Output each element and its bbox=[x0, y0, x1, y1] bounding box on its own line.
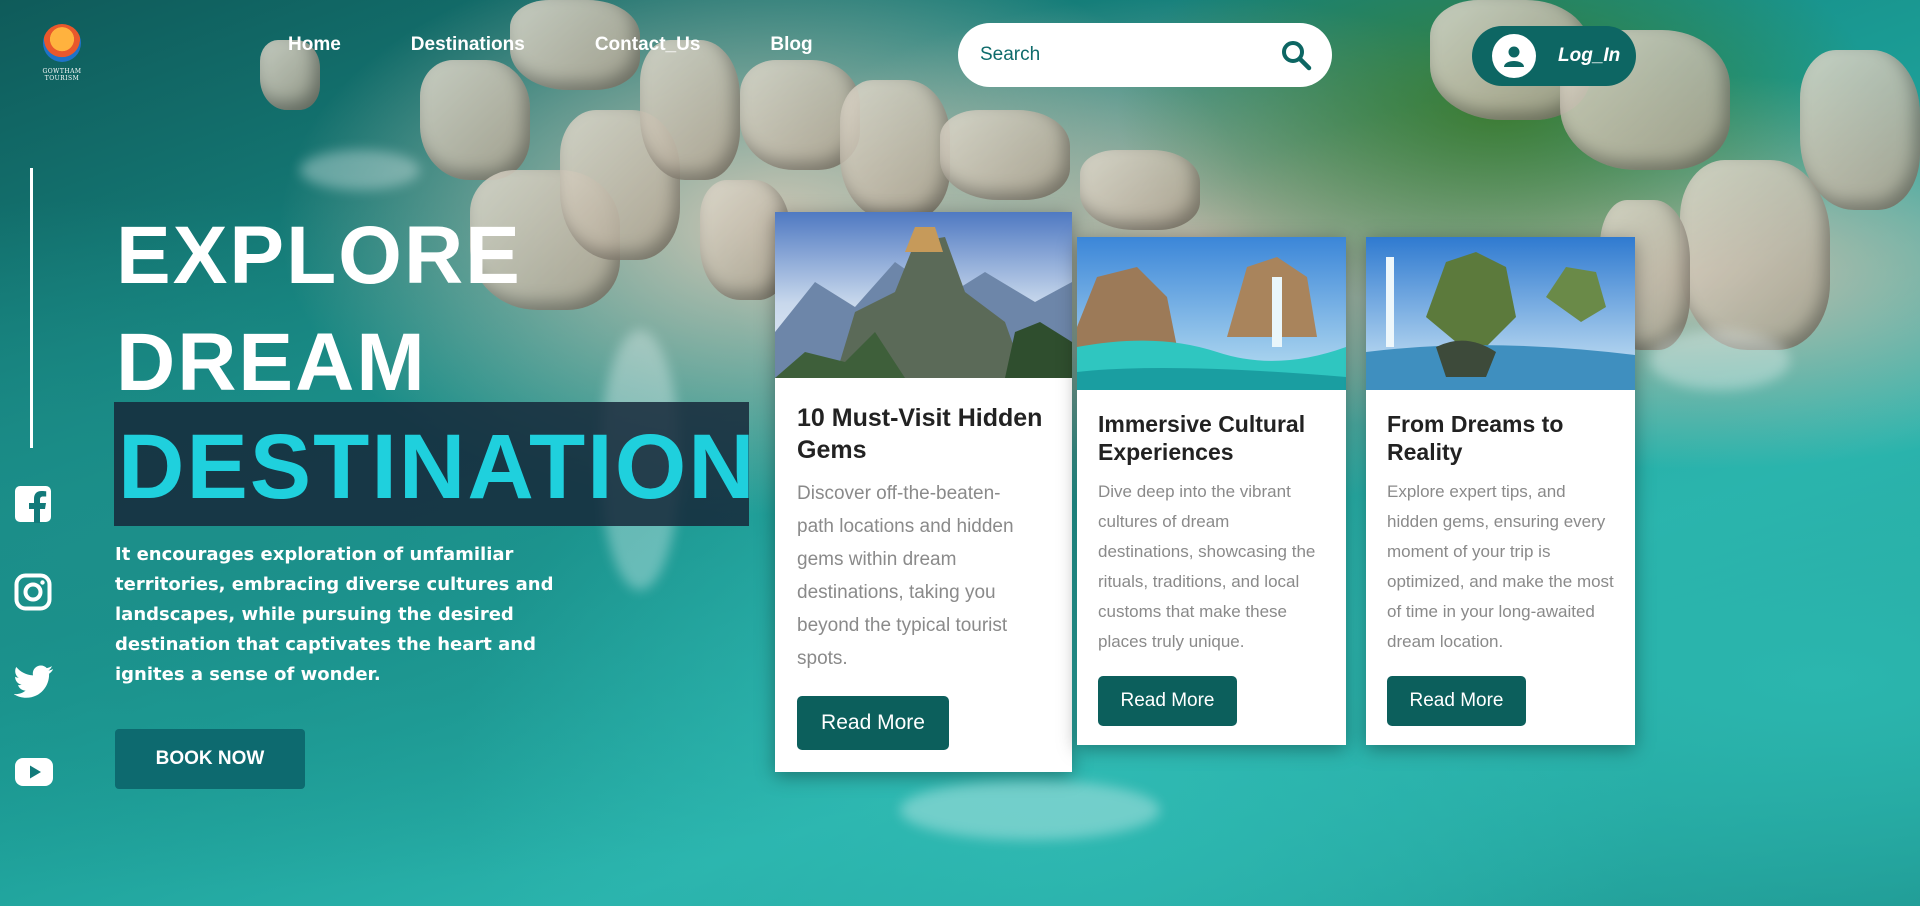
search-icon[interactable] bbox=[1280, 39, 1312, 75]
card-text: Discover off-the-beaten-path locations a… bbox=[797, 483, 1014, 669]
card-image bbox=[775, 212, 1072, 378]
search-box bbox=[958, 23, 1332, 87]
card-image bbox=[1077, 237, 1346, 390]
blog-card: 10 Must-Visit Hidden Gems Discover off-t… bbox=[775, 212, 1072, 772]
read-more-button[interactable]: Read More bbox=[797, 696, 949, 750]
nav-contact-us[interactable]: Contact_Us bbox=[595, 34, 701, 56]
card-title: From Dreams to Reality bbox=[1387, 411, 1564, 465]
login-button[interactable]: Log_In bbox=[1472, 26, 1636, 86]
instagram-icon[interactable] bbox=[14, 573, 52, 615]
user-icon bbox=[1492, 34, 1536, 78]
main-nav: Home Destinations Contact_Us Blog bbox=[288, 34, 883, 56]
twitter-icon[interactable] bbox=[13, 665, 54, 703]
facebook-icon[interactable] bbox=[14, 485, 52, 527]
card-image bbox=[1366, 237, 1635, 390]
hero-title-line2: DREAM bbox=[116, 317, 427, 408]
card-text: Explore expert tips, and hidden gems, en… bbox=[1387, 482, 1614, 651]
nav-blog[interactable]: Blog bbox=[770, 34, 812, 56]
nav-destinations[interactable]: Destinations bbox=[411, 34, 525, 56]
card-text: Dive deep into the vibrant cultures of d… bbox=[1098, 482, 1316, 651]
nav-home[interactable]: Home bbox=[288, 34, 341, 56]
login-label: Log_In bbox=[1558, 45, 1621, 66]
hero-title-line1: EXPLORE bbox=[116, 210, 522, 301]
hero-description: It encourages exploration of unfamiliar … bbox=[115, 544, 554, 685]
read-more-button[interactable]: Read More bbox=[1387, 676, 1526, 726]
blog-card: Immersive Cultural Experiences Dive deep… bbox=[1077, 237, 1346, 745]
hero-title-accent: DESTINATION bbox=[118, 416, 757, 518]
logo-icon bbox=[43, 24, 81, 62]
divider bbox=[30, 168, 33, 448]
read-more-button[interactable]: Read More bbox=[1098, 676, 1237, 726]
card-title: 10 Must-Visit Hidden Gems bbox=[797, 404, 1043, 464]
brand-logo[interactable]: GOWTHAM TOURISM bbox=[32, 24, 92, 82]
blog-card: From Dreams to Reality Explore expert ti… bbox=[1366, 237, 1635, 745]
logo-text: GOWTHAM TOURISM bbox=[42, 68, 82, 82]
youtube-icon[interactable] bbox=[14, 757, 54, 791]
book-now-button[interactable]: BOOK NOW bbox=[115, 729, 305, 789]
search-input[interactable] bbox=[978, 43, 1252, 67]
card-title: Immersive Cultural Experiences bbox=[1098, 411, 1306, 465]
